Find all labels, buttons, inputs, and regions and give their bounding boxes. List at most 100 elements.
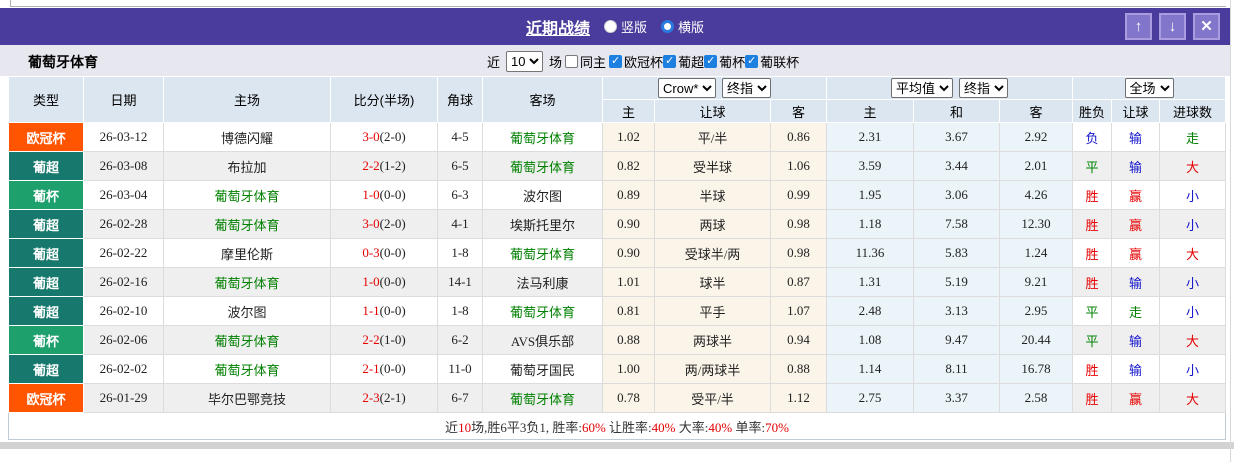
avg-home: 11.36 xyxy=(826,238,914,268)
odds-home: 0.90 xyxy=(602,238,655,268)
odds-stage-select-1[interactable]: 终指 xyxy=(722,78,771,98)
competition-checkbox-葡联杯[interactable]: 葡联杯 xyxy=(745,52,799,71)
type-badge: 欧冠杯 xyxy=(8,383,84,413)
avg-away: 2.95 xyxy=(998,296,1074,326)
odds-home: 0.88 xyxy=(602,325,655,355)
odds-away: 0.98 xyxy=(770,238,827,268)
fulltime-select[interactable]: 全场 xyxy=(1124,78,1174,98)
away-team: 波尔图 xyxy=(482,180,603,210)
recent-results-widget: 近期战绩 竖版 横版 ↑ ↓ ✕ 葡萄牙体育 近 10 场 同主 ✓ 欧冠杯 ✓… xyxy=(0,0,1234,462)
odds-provider-select[interactable]: Crow* xyxy=(658,78,716,98)
odds-stage-select-2[interactable]: 终指 xyxy=(959,78,1008,98)
close-button[interactable]: ✕ xyxy=(1193,13,1220,40)
away-team: AVS俱乐部 xyxy=(482,325,603,355)
checkbox-icon[interactable] xyxy=(704,54,718,68)
match-date: 26-03-04 xyxy=(83,180,164,210)
away-team: 葡萄牙体育 xyxy=(482,383,603,413)
competition-checkbox-欧冠杯[interactable]: 欧冠杯 xyxy=(609,52,663,71)
avg-away: 2.01 xyxy=(998,151,1074,181)
match-date: 26-01-29 xyxy=(83,383,164,413)
odds-away: 0.94 xyxy=(770,325,827,355)
same-home-label: 同主 xyxy=(580,54,607,70)
competition-checkbox-葡超[interactable]: 葡超 xyxy=(663,52,704,71)
avg-away: 2.92 xyxy=(998,122,1074,152)
avg-away: 1.24 xyxy=(998,238,1074,268)
radio-checked-icon[interactable] xyxy=(661,20,674,33)
odds-away: 0.88 xyxy=(770,354,827,384)
odds-handicap: 半球 xyxy=(654,180,771,210)
sub-header-1: 让球 xyxy=(654,99,771,123)
sub-header-2: 客 xyxy=(770,99,827,123)
avg-draw: 3.06 xyxy=(913,180,1000,210)
odds-handicap: 两球半 xyxy=(654,325,771,355)
match-date: 26-02-10 xyxy=(83,296,164,326)
type-badge: 葡超 xyxy=(8,296,84,326)
result-goals: 小 xyxy=(1159,209,1226,239)
away-team: 葡萄牙体育 xyxy=(482,296,603,326)
result-handicap: 赢 xyxy=(1111,383,1161,413)
checkbox-icon[interactable] xyxy=(745,54,759,68)
avg-away: 4.26 xyxy=(998,180,1074,210)
widget-title: 近期战绩 xyxy=(525,20,590,38)
avg-home: 1.31 xyxy=(826,267,914,297)
move-up-button[interactable]: ↑ xyxy=(1125,13,1152,40)
result-goals: 走 xyxy=(1159,122,1226,152)
column-header-2: 主场 xyxy=(163,76,331,123)
avg-home: 1.14 xyxy=(826,354,914,384)
match-date: 26-02-06 xyxy=(83,325,164,355)
score: 2-1(0-0) xyxy=(330,354,438,384)
avg-draw: 3.44 xyxy=(913,151,1000,181)
away-team: 葡萄牙体育 xyxy=(482,238,603,268)
score: 0-3(0-0) xyxy=(330,238,438,268)
corners: 6-5 xyxy=(437,151,483,181)
radio-unchecked-icon[interactable] xyxy=(603,20,617,33)
competition-label: 葡杯 xyxy=(719,54,746,70)
odds-home: 0.89 xyxy=(602,180,655,210)
corners: 14-1 xyxy=(437,267,483,297)
checkbox-icon[interactable] xyxy=(663,54,677,68)
page-right-edge xyxy=(1230,0,1231,462)
summary-text: 让胜率: xyxy=(605,419,652,435)
corners: 6-3 xyxy=(437,180,483,210)
same-home-checkbox[interactable]: 同主 xyxy=(565,52,606,71)
move-down-button[interactable]: ↓ xyxy=(1159,13,1186,40)
score: 2-2(1-0) xyxy=(330,325,438,355)
summary-text: 大率: xyxy=(675,419,709,435)
home-team: 葡萄牙体育 xyxy=(163,325,331,355)
sub-header-7: 让球 xyxy=(1111,99,1161,123)
avg-home: 2.75 xyxy=(826,383,914,413)
type-badge: 葡杯 xyxy=(8,325,84,355)
layout-radio-horizontal[interactable]: 横版 xyxy=(661,17,704,36)
competition-checkbox-葡杯[interactable]: 葡杯 xyxy=(704,52,745,71)
odds-away: 0.98 xyxy=(770,209,827,239)
sub-header-4: 和 xyxy=(913,99,1000,123)
score: 2-3(2-1) xyxy=(330,383,438,413)
match-date: 26-02-02 xyxy=(83,354,164,384)
score: 3-0(2-0) xyxy=(330,209,438,239)
column-header-3: 比分(半场) xyxy=(330,76,438,123)
result-goals: 小 xyxy=(1159,180,1226,210)
match-row: 葡超 26-02-10 波尔图 1-1(0-0) 1-8 葡萄牙体育 0.81 平手 1.07 2… xyxy=(8,296,1226,326)
recent-prefix-label: 近 xyxy=(487,54,501,70)
sub-header-6: 胜负 xyxy=(1072,99,1113,123)
summary-value: 40% xyxy=(651,419,676,435)
type-badge: 葡超 xyxy=(8,267,84,297)
checkbox-icon[interactable] xyxy=(609,54,623,68)
type-badge: 葡超 xyxy=(8,354,84,384)
recent-count-select[interactable]: 10 xyxy=(506,50,544,72)
checkbox-icon[interactable] xyxy=(565,54,579,68)
layout-radio-vertical[interactable]: 竖版 xyxy=(603,17,647,36)
result-goals: 小 xyxy=(1159,296,1226,326)
avg-home: 3.59 xyxy=(826,151,914,181)
result-goals: 小 xyxy=(1159,267,1226,297)
sub-header-0: 主 xyxy=(602,99,655,123)
odds-handicap: 两球 xyxy=(654,209,771,239)
odds-home: 0.78 xyxy=(602,383,655,413)
result-handicap: 输 xyxy=(1111,267,1161,297)
score: 2-2(1-2) xyxy=(330,151,438,181)
type-badge: 葡超 xyxy=(8,238,84,268)
odds-away: 0.99 xyxy=(770,180,827,210)
sub-header-5: 客 xyxy=(998,99,1074,123)
fulltime-group-header: 全场 xyxy=(1072,76,1226,100)
average-select[interactable]: 平均值 xyxy=(891,78,953,98)
